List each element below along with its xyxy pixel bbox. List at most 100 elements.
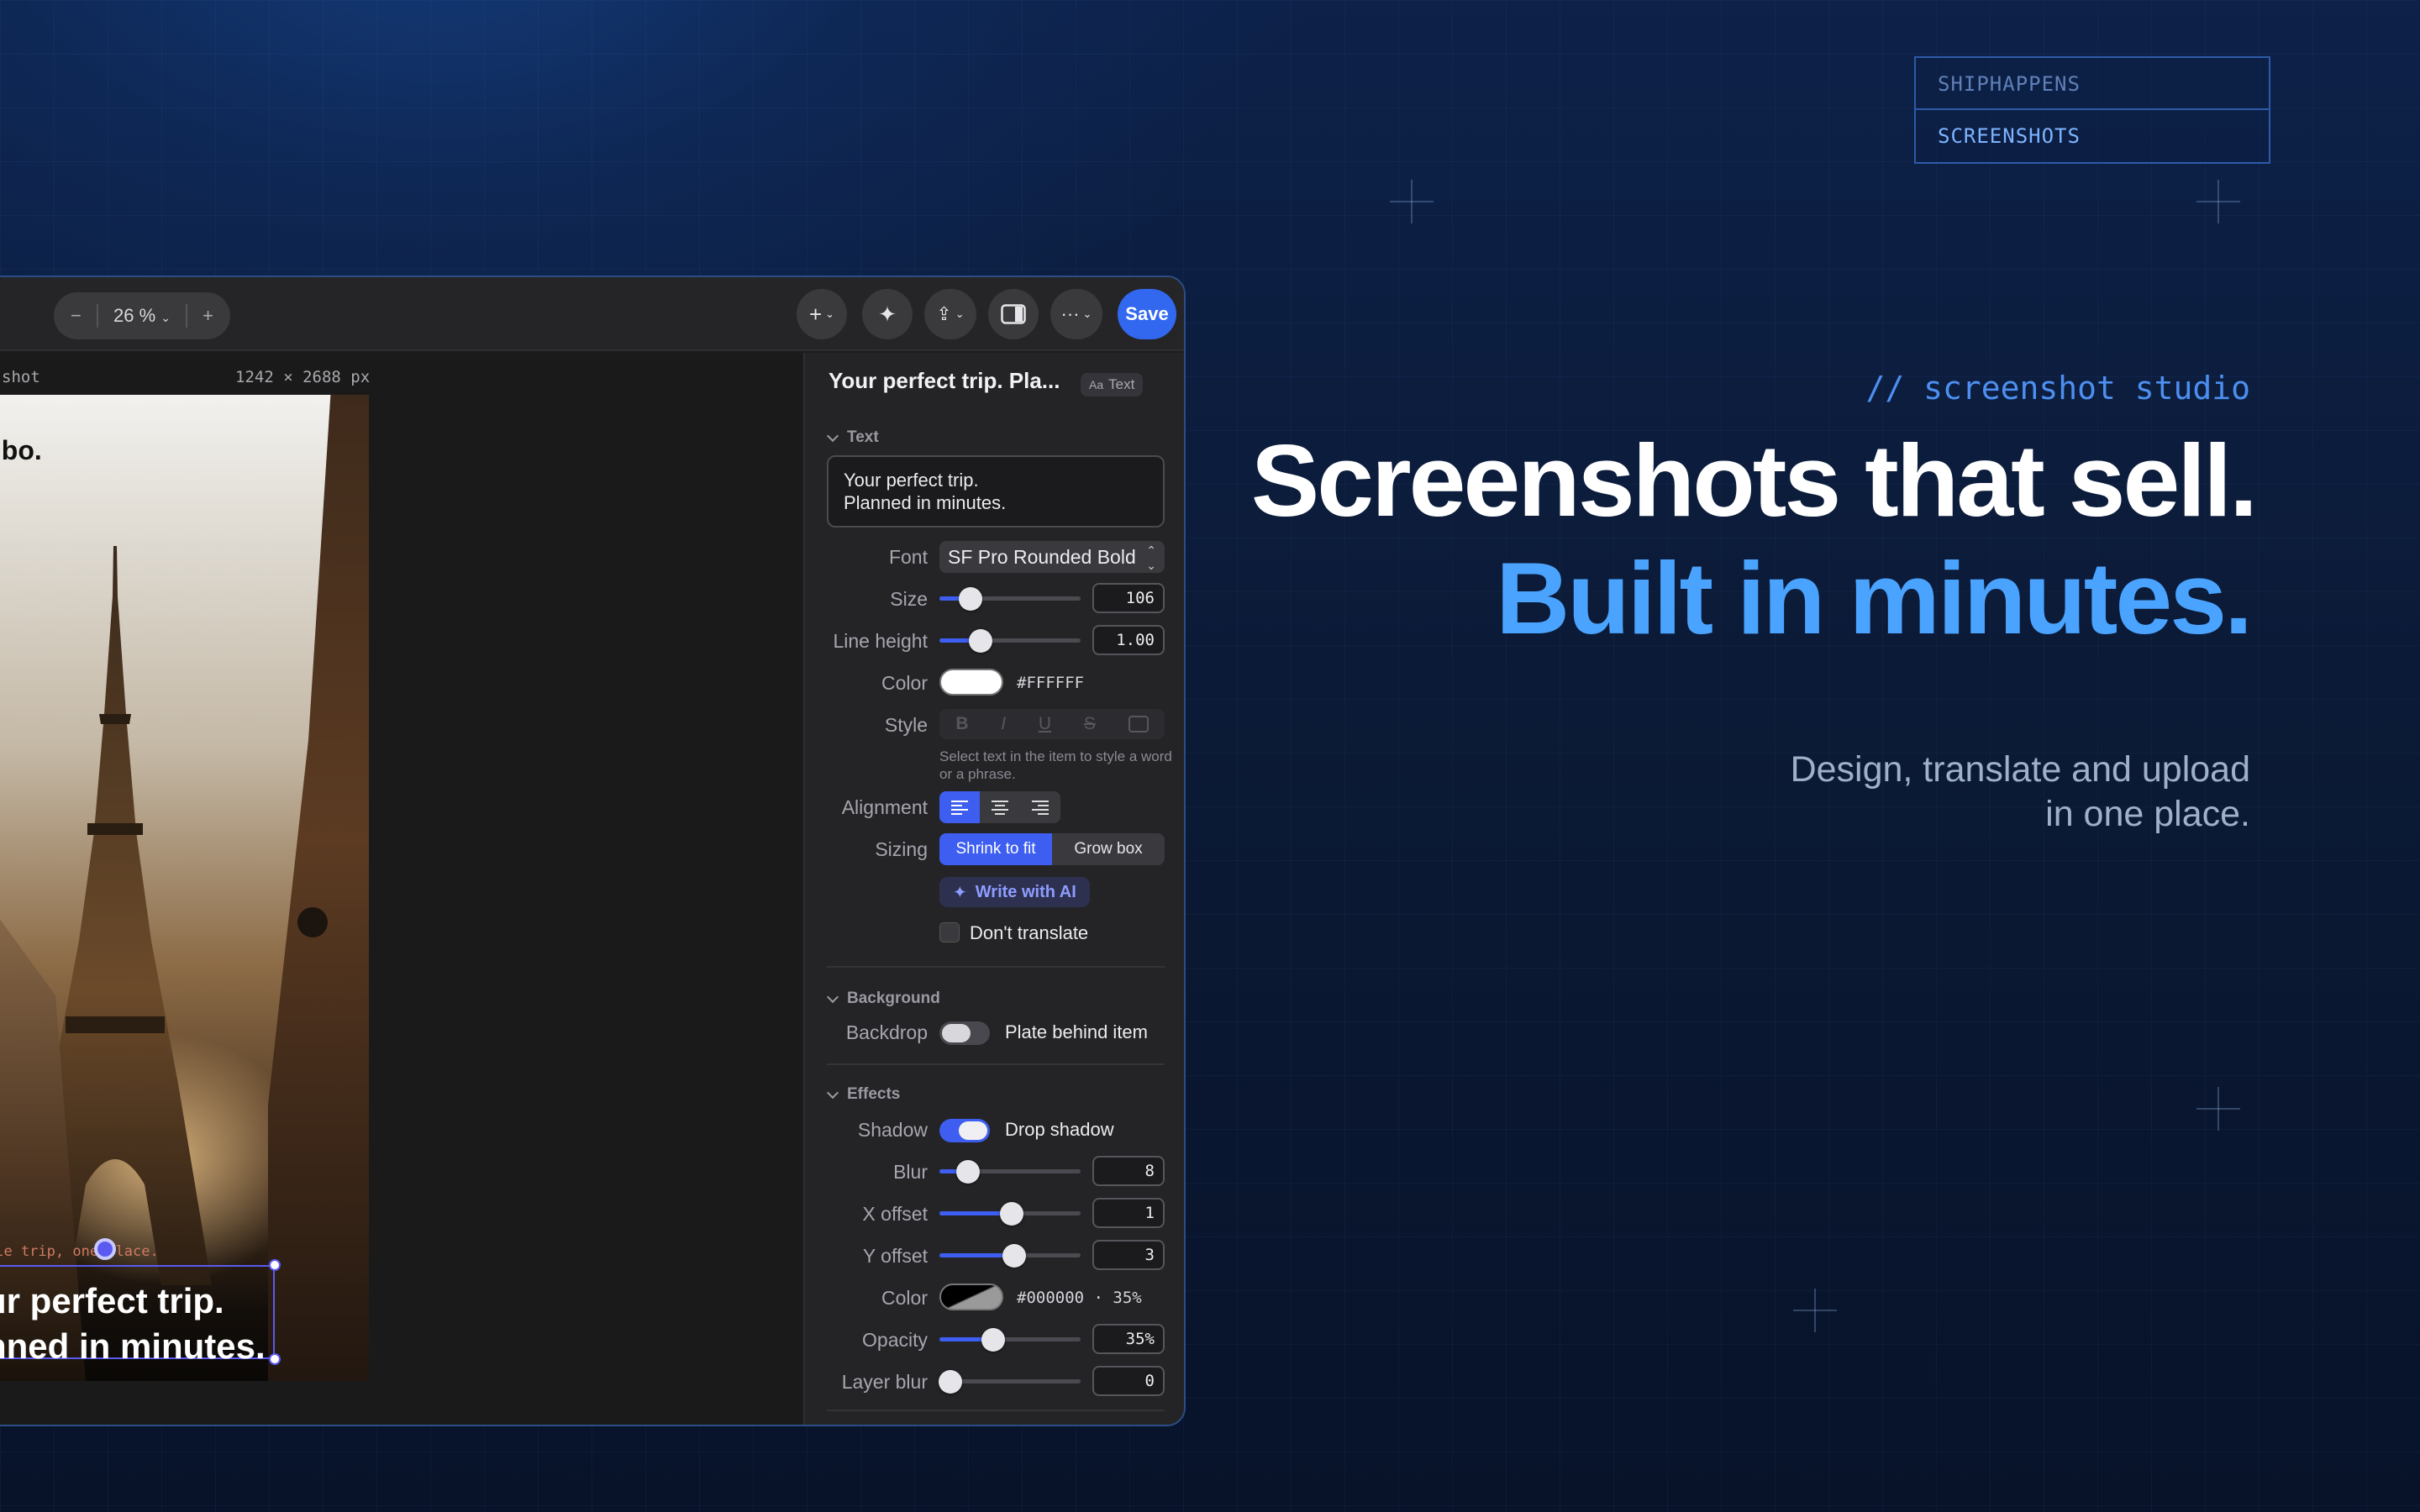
crosshair-plus-icon	[2196, 1087, 2240, 1131]
font-select[interactable]: SF Pro Rounded Bold ⌃ ⌄	[939, 541, 1165, 573]
align-right-icon	[1032, 801, 1049, 815]
layer-blur-input[interactable]: 0	[1092, 1366, 1165, 1396]
text-content-field[interactable]: Your perfect trip. Planned in minutes.	[827, 455, 1165, 528]
chevron-down-icon	[826, 429, 839, 442]
shadow-color-swatch[interactable]	[939, 1284, 1003, 1310]
zoom-value-dropdown[interactable]: 26 % ⌄	[113, 305, 171, 327]
export-button[interactable]: ⇪ ⌄	[924, 289, 976, 339]
zoom-control: − 26 % ⌄ +	[54, 292, 230, 339]
app-window: − 26 % ⌄ + + ⌄ ✦ ⇪ ⌄ ··· ⌄ Save shot 1242 ×…	[0, 276, 1186, 1426]
section-header-background[interactable]: Background	[826, 990, 940, 1008]
phone-headline-line-1: ur perfect trip.	[0, 1281, 224, 1320]
align-left-button[interactable]	[939, 791, 980, 823]
slider-knob[interactable]	[981, 1328, 1005, 1352]
hero-headline-accent: Built in minutes.	[1496, 541, 2253, 655]
slider-knob[interactable]	[955, 1160, 980, 1184]
x-offset-input[interactable]: 1	[1092, 1198, 1165, 1228]
crosshair-plus-icon	[1390, 180, 1434, 223]
alignment-control	[939, 791, 1060, 823]
slider-knob[interactable]	[958, 587, 982, 611]
section-divider	[827, 966, 1165, 968]
inspector-title: Your perfect trip. Pla...	[829, 368, 1060, 393]
canvas-area[interactable]: shot 1242 × 2688 px ilbo.	[0, 353, 802, 1425]
phone-logo-text: ilbo.	[0, 435, 42, 465]
layer-blur-label: Layer blur	[841, 1371, 928, 1393]
chevron-down-icon: ⌄	[955, 307, 965, 320]
slider-knob[interactable]	[939, 1370, 963, 1394]
sizing-label: Sizing	[875, 838, 928, 860]
line-height-input[interactable]: 1.00	[1092, 625, 1165, 655]
size-slider[interactable]	[939, 587, 1081, 611]
blur-input[interactable]: 8	[1092, 1156, 1165, 1186]
resize-handle[interactable]	[269, 1353, 281, 1365]
slider-knob[interactable]	[999, 1202, 1023, 1226]
shadow-color-value: #000000 · 35%	[1017, 1289, 1142, 1307]
sizing-control: Shrink to fit Grow box	[939, 833, 1165, 865]
updown-chevron-icon: ⌃ ⌄	[1146, 543, 1156, 572]
text-content-line-1: Your perfect trip.	[844, 470, 979, 491]
shrink-to-fit-option[interactable]: Shrink to fit	[939, 833, 1052, 865]
size-input[interactable]: 106	[1092, 583, 1165, 613]
bold-button[interactable]: B	[955, 714, 968, 734]
section-header-effects[interactable]: Effects	[826, 1085, 900, 1104]
style-hint: Select text in the item to style a word …	[939, 748, 1172, 782]
zoom-out-button[interactable]: −	[71, 305, 82, 327]
grow-box-option[interactable]: Grow box	[1052, 833, 1165, 865]
backdrop-toggle[interactable]	[939, 1021, 990, 1045]
section-header-text[interactable]: Text	[826, 428, 879, 447]
more-options-button[interactable]: ··· ⌄	[1050, 289, 1102, 339]
brand-tag: SHIPHAPPENS SCREENSHOTS	[1914, 56, 2270, 164]
sidebar-icon	[1001, 304, 1026, 324]
zoom-value: 26 %	[113, 305, 156, 326]
strikethrough-button[interactable]: S	[1084, 714, 1096, 734]
shadow-toggle[interactable]	[939, 1119, 990, 1142]
layer-blur-slider[interactable]	[939, 1370, 1081, 1394]
resize-handle[interactable]	[269, 1259, 281, 1271]
ai-sparkle-button[interactable]: ✦	[862, 289, 913, 339]
hero-subline-2: in one place.	[2045, 794, 2250, 834]
dont-translate-checkbox[interactable]	[939, 922, 960, 942]
text-frame-icon[interactable]	[1128, 716, 1149, 732]
building-right	[268, 395, 369, 1381]
phone-headline[interactable]: ur perfect trip. nned in minutes.	[0, 1278, 266, 1369]
hero-subline: Design, translate and upload in one plac…	[1791, 748, 2250, 837]
text-color-swatch[interactable]	[939, 669, 1003, 696]
align-right-button[interactable]	[1020, 791, 1060, 823]
save-button[interactable]: Save	[1118, 289, 1176, 339]
section-title: Background	[847, 990, 940, 1007]
write-with-ai-label: Write with AI	[975, 882, 1076, 901]
zoom-in-button[interactable]: +	[203, 305, 213, 327]
slider-knob[interactable]	[1002, 1244, 1027, 1268]
text-style-group: B I U S	[939, 709, 1165, 739]
opacity-input[interactable]: 35%	[1092, 1324, 1165, 1354]
screenshot-dimensions: 1242 × 2688 px	[235, 368, 371, 386]
street-lamp	[297, 907, 328, 937]
section-title: Text	[847, 428, 879, 446]
selection-caption: ole trip, one place.	[0, 1243, 159, 1260]
rotate-handle[interactable]	[94, 1238, 116, 1260]
underline-button[interactable]: U	[1039, 714, 1051, 734]
align-center-icon	[992, 801, 1008, 815]
line-height-slider[interactable]	[939, 629, 1081, 653]
blur-slider[interactable]	[939, 1160, 1081, 1184]
align-center-button[interactable]	[980, 791, 1020, 823]
y-offset-label: Y offset	[862, 1245, 928, 1267]
screenshot-label: shot	[2, 368, 40, 386]
share-icon: ⇪	[936, 303, 952, 324]
toggle-inspector-button[interactable]	[988, 289, 1039, 339]
slider-knob[interactable]	[968, 629, 992, 653]
y-offset-slider[interactable]	[939, 1244, 1081, 1268]
chevron-down-icon: ⌄	[160, 311, 171, 324]
y-offset-input[interactable]: 3	[1092, 1240, 1165, 1270]
opacity-slider[interactable]	[939, 1328, 1081, 1352]
italic-button[interactable]: I	[1001, 714, 1006, 734]
crosshair-plus-icon	[1793, 1289, 1837, 1332]
add-element-button[interactable]: + ⌄	[797, 289, 847, 339]
more-label: ···	[1060, 303, 1080, 324]
x-offset-slider[interactable]	[939, 1202, 1081, 1226]
section-divider	[827, 1410, 1165, 1411]
screenshot-preview[interactable]: ilbo. ole trip, one place. ur perfect tr…	[0, 395, 369, 1381]
brand-line-1: SHIPHAPPENS	[1916, 58, 2269, 110]
write-with-ai-button[interactable]: ✦ Write with AI	[939, 877, 1090, 907]
text-type-icon: Aa	[1089, 378, 1104, 391]
